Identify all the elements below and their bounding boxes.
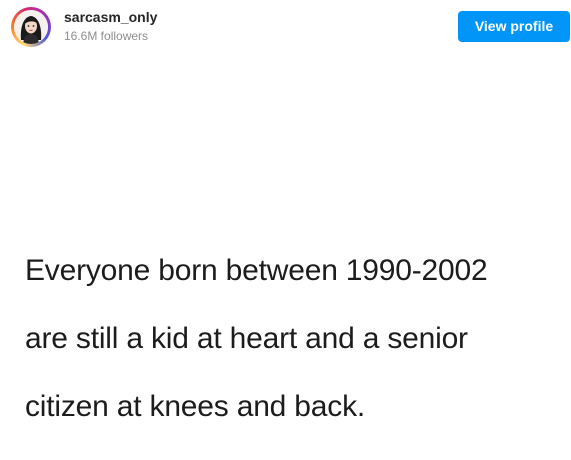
- post-text-line: Everyone born between 1990-2002: [25, 254, 488, 287]
- follower-count: 16.6M followers: [64, 29, 149, 43]
- woman-portrait-icon: [14, 10, 48, 44]
- avatar[interactable]: [11, 7, 51, 47]
- post-header: sarcasm_only 16.6M followers View profil…: [0, 0, 571, 54]
- post-text-line: citizen at knees and back.: [25, 390, 366, 423]
- post-text-line: are still a kid at heart and a senior: [25, 322, 468, 355]
- username[interactable]: sarcasm_only: [64, 9, 157, 25]
- view-profile-button[interactable]: View profile: [458, 11, 570, 42]
- post-text: Everyone born between 1990-2002 are stil…: [25, 256, 565, 460]
